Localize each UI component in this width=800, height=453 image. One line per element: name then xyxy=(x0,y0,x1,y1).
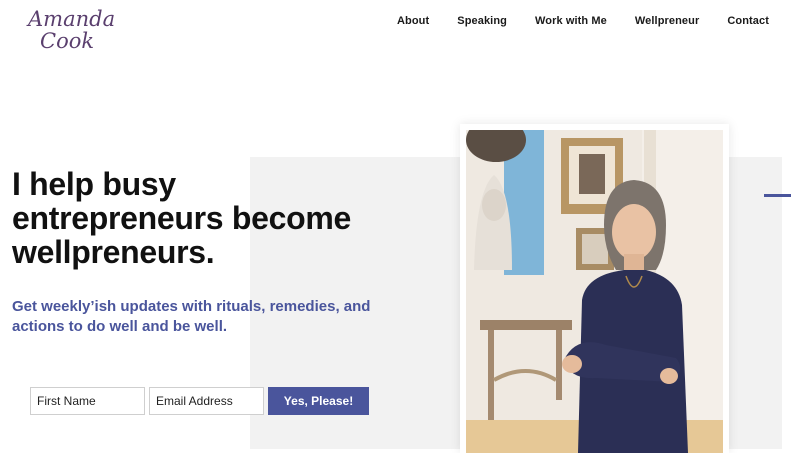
hero-headline: I help busy entrepreneurs become wellpre… xyxy=(12,166,352,270)
accent-line xyxy=(764,194,791,197)
nav-contact[interactable]: Contact xyxy=(727,15,769,27)
first-name-input[interactable] xyxy=(30,387,145,415)
nav-speaking[interactable]: Speaking xyxy=(457,15,507,27)
nav-about[interactable]: About xyxy=(397,15,429,27)
site-logo[interactable]: Amanda Cook xyxy=(28,7,116,56)
nav-work-with-me[interactable]: Work with Me xyxy=(535,15,607,27)
nav-wellpreneur[interactable]: Wellpreneur xyxy=(635,15,699,27)
submit-button[interactable]: Yes, Please! xyxy=(268,387,369,415)
email-input[interactable] xyxy=(149,387,264,415)
portrait-photo xyxy=(466,130,723,453)
main-nav: About Speaking Work with Me Wellpreneur … xyxy=(397,13,769,29)
logo-line-1: Amanda xyxy=(28,7,116,31)
logo-line-2: Cook xyxy=(40,29,95,53)
newsletter-signup-form: Yes, Please! xyxy=(30,387,369,415)
portrait-frame xyxy=(460,124,729,453)
hero-subhead: Get weekly’ish updates with rituals, rem… xyxy=(12,298,371,335)
